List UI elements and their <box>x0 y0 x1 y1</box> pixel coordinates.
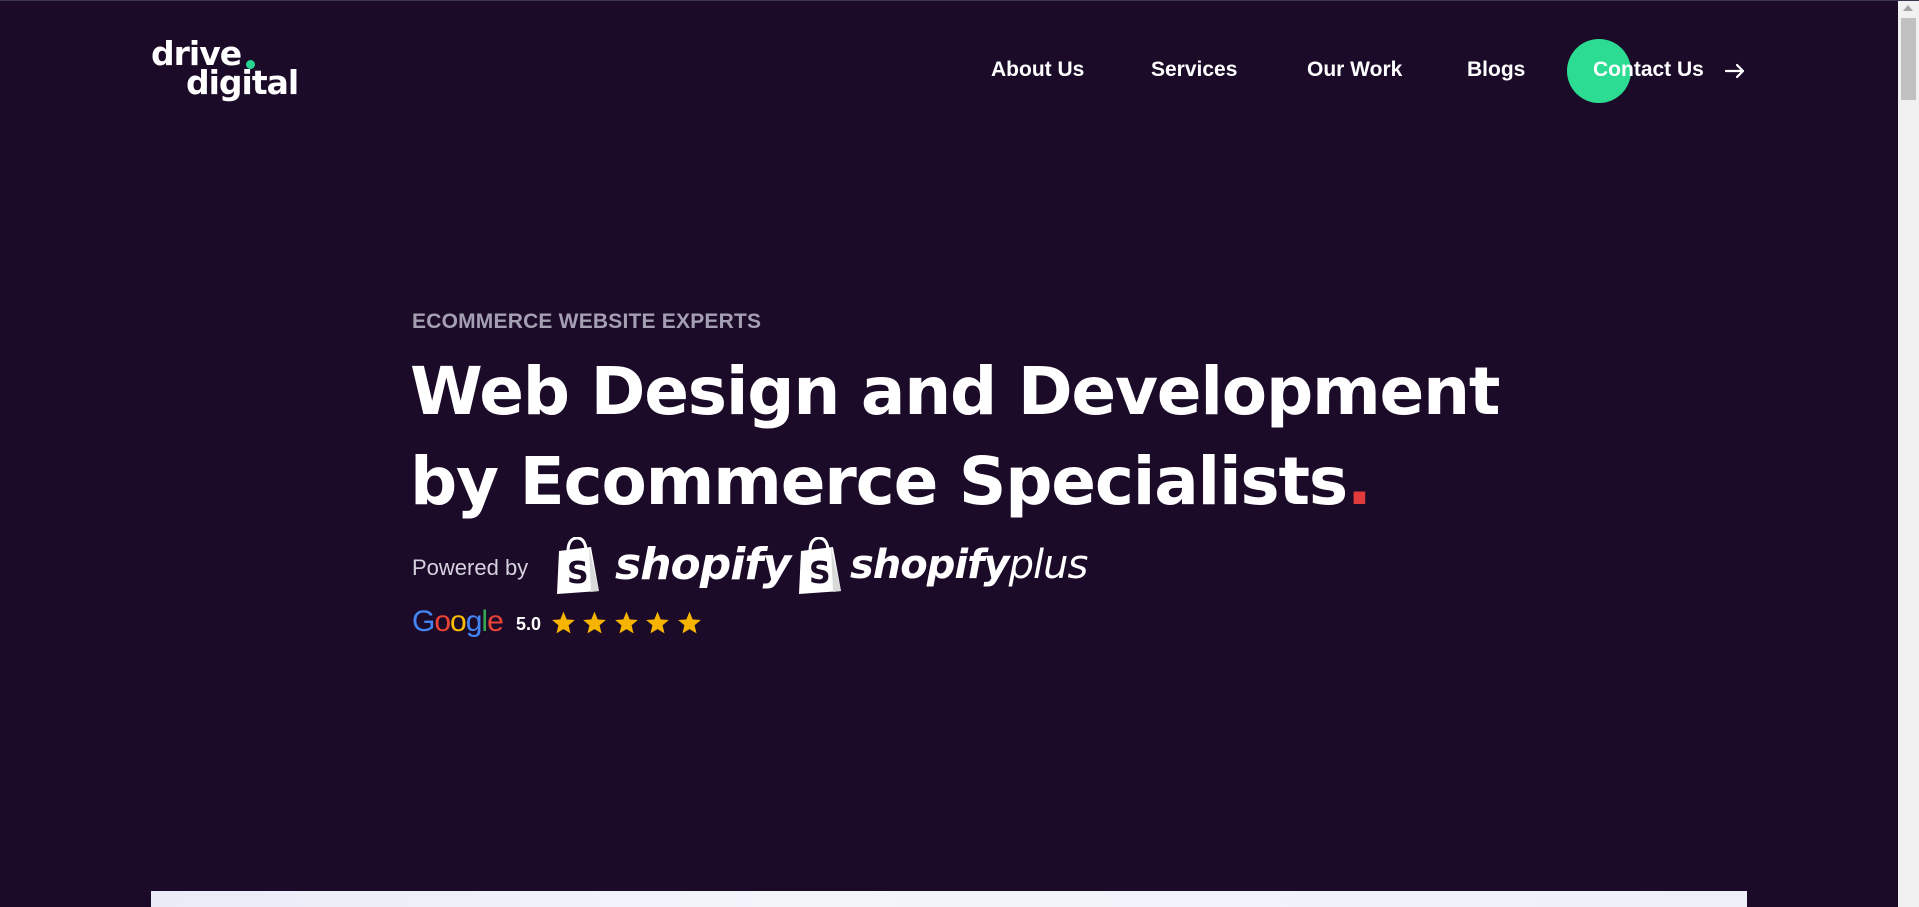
arrow-right-icon <box>1724 63 1745 79</box>
shopify-wordmark: shopify <box>615 539 791 590</box>
contact-us-button[interactable]: Contact Us <box>1567 39 1747 103</box>
star-icon <box>677 611 701 634</box>
star-icon <box>552 611 575 634</box>
shopify-plus-word: shopify <box>850 542 1010 588</box>
shopify-plus-logo: S shopifyplus <box>797 535 1088 599</box>
nav-blogs[interactable]: Blogs <box>1467 53 1525 87</box>
shopify-bag-icon: S <box>799 537 841 594</box>
shopify-bag-icon: S <box>557 537 599 594</box>
google-logo: Google <box>412 605 504 638</box>
content-panel <box>151 891 1747 907</box>
svg-text:S: S <box>567 556 589 591</box>
rating-score: 5.0 <box>516 614 542 634</box>
hero-eyebrow: ECOMMERCE WEBSITE EXPERTS <box>412 310 762 333</box>
svg-text:S: S <box>809 556 831 591</box>
headline-line-2-text: by Ecommerce Specialists <box>410 443 1348 520</box>
headline-line-2: by Ecommerce Specialists. <box>410 437 1510 527</box>
rating-stars <box>550 610 703 636</box>
star-icon <box>615 611 638 634</box>
star-icon <box>646 611 670 634</box>
nav-about-us[interactable]: About Us <box>991 53 1084 87</box>
shopify-logo: S shopify <box>555 535 791 599</box>
shopify-plus-suffix: plus <box>1008 542 1089 588</box>
shopify-plus-wordmark: shopifyplus <box>850 539 1089 591</box>
headline-line-1: Web Design and Development <box>410 353 1500 430</box>
nav-services[interactable]: Services <box>1151 53 1237 87</box>
hero-headline: Web Design and Development by Ecommerce … <box>410 347 1510 527</box>
logo-word-digital: digital <box>186 63 299 102</box>
headline-accent-dot: . <box>1346 443 1372 520</box>
powered-by-label: Powered by <box>412 555 529 580</box>
scrollbar-thumb[interactable] <box>1901 18 1916 100</box>
scroll-up-arrow-icon[interactable] <box>1903 5 1913 11</box>
page: drive digital About Us Services Our Work… <box>0 0 1919 907</box>
page-scrollbar[interactable] <box>1898 1 1919 907</box>
drive-digital-logo[interactable]: drive digital <box>151 37 311 107</box>
contact-us-label: Contact Us <box>1593 58 1704 81</box>
nav-our-work[interactable]: Our Work <box>1307 53 1402 87</box>
star-icon <box>583 611 607 634</box>
